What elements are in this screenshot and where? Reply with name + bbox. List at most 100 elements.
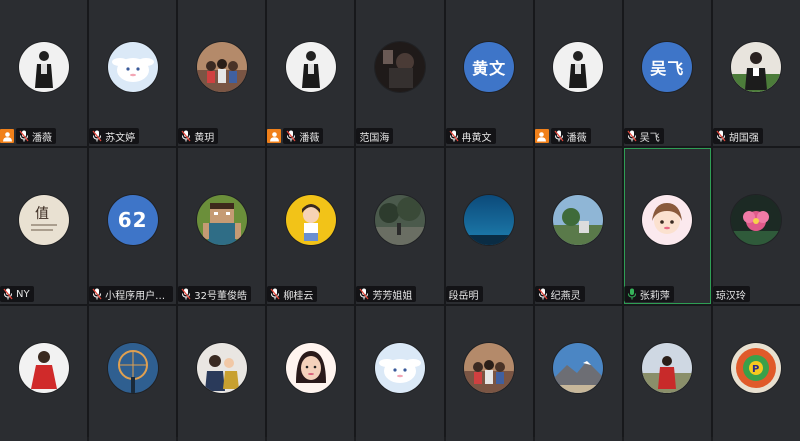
photo-ferris-wheel-avatar bbox=[107, 343, 158, 394]
mic-muted-icon bbox=[92, 288, 105, 300]
participant-tile[interactable]: 张莉萍 bbox=[623, 148, 711, 304]
participant-tile[interactable]: 吴飞 吴飞 bbox=[623, 0, 711, 146]
mic-muted-icon bbox=[181, 288, 194, 300]
participant-tile[interactable] bbox=[0, 306, 88, 441]
name-bar: 琼汉玲 bbox=[712, 286, 750, 302]
participant-tile[interactable]: 黄玥 bbox=[178, 0, 266, 146]
name-label: 胡国强 bbox=[712, 128, 763, 144]
name-bar: 芳芳姐姐 bbox=[356, 286, 417, 302]
participant-name: 芳芳姐姐 bbox=[372, 290, 413, 302]
participant-name: 32号董俊皓 bbox=[194, 290, 247, 302]
participant-name: 胡国强 bbox=[728, 132, 759, 144]
participant-tile[interactable]: 苏文婷 bbox=[89, 0, 177, 146]
participant-tile[interactable] bbox=[534, 306, 622, 441]
participant-tile[interactable]: 62 小程序用户PM… bbox=[89, 148, 177, 304]
participant-tile[interactable]: 潘薇 bbox=[267, 0, 355, 146]
participant-tile[interactable]: 胡国强 bbox=[712, 0, 800, 146]
svg-text:值: 值 bbox=[35, 206, 49, 222]
name-label: NY bbox=[0, 286, 34, 302]
participant-tile[interactable]: 纪燕灵 bbox=[534, 148, 622, 304]
participant-tile[interactable]: 段岳明 bbox=[445, 148, 533, 304]
participant-name: 潘薇 bbox=[32, 132, 52, 144]
participant-tile[interactable]: 芳芳姐姐 bbox=[356, 148, 444, 304]
participant-name: 范国海 bbox=[359, 132, 390, 144]
name-label: 冉黄文 bbox=[445, 128, 496, 144]
svg-text:P: P bbox=[752, 364, 759, 375]
name-label: 柳桂云 bbox=[267, 286, 318, 302]
participant-tile[interactable]: 32号董俊皓 bbox=[178, 148, 266, 304]
mic-muted-icon bbox=[181, 130, 194, 142]
name-bar: 纪燕灵 bbox=[534, 286, 585, 302]
participant-tile[interactable] bbox=[178, 306, 266, 441]
name-label: 32号董俊皓 bbox=[178, 286, 251, 302]
name-label: 潘薇 bbox=[283, 128, 324, 144]
name-label: 潘薇 bbox=[16, 128, 56, 144]
participant-name: 小程序用户PM… bbox=[105, 290, 169, 302]
name-bar: 柳桂云 bbox=[267, 286, 318, 302]
mic-on-icon bbox=[627, 288, 640, 300]
name-label: 张莉萍 bbox=[623, 286, 674, 302]
participant-tile[interactable] bbox=[623, 306, 711, 441]
mic-muted-icon bbox=[716, 130, 729, 142]
participant-tile[interactable]: 值 NY bbox=[0, 148, 88, 304]
name-bar: 32号董俊皓 bbox=[178, 286, 251, 302]
name-bar: 段岳明 bbox=[445, 286, 483, 302]
photo-mountain-avatar bbox=[553, 343, 604, 394]
participant-tile[interactable] bbox=[356, 306, 444, 441]
name-bar: NY bbox=[0, 286, 34, 302]
host-icon bbox=[267, 129, 282, 143]
mic-muted-icon bbox=[270, 288, 283, 300]
participant-name: 纪燕灵 bbox=[550, 290, 581, 302]
participant-name: 张莉萍 bbox=[639, 290, 670, 302]
participant-tile[interactable]: 潘薇 bbox=[0, 0, 88, 146]
name-label: 段岳明 bbox=[445, 286, 483, 302]
name-label: 琼汉玲 bbox=[712, 286, 750, 302]
participant-name: 冉黄文 bbox=[461, 132, 492, 144]
participant-tile[interactable]: 范国海 bbox=[356, 0, 444, 146]
colorful-logo-avatar: P bbox=[731, 343, 782, 394]
name-bar: 吴飞 bbox=[623, 128, 664, 144]
name-label: 潘薇 bbox=[550, 128, 591, 144]
photo-dark-avatar bbox=[374, 42, 425, 93]
participant-tile[interactable] bbox=[89, 306, 177, 441]
cartoon-girl-pink-avatar bbox=[642, 194, 693, 245]
photo-woman-portrait-avatar bbox=[285, 343, 336, 394]
name-bar: 潘薇 bbox=[534, 128, 591, 144]
photo-family-avatar bbox=[196, 343, 247, 394]
name-label: 芳芳姐姐 bbox=[356, 286, 417, 302]
participant-tile[interactable]: 琼汉玲 bbox=[712, 148, 800, 304]
participant-name: NY bbox=[16, 288, 30, 300]
mic-muted-icon bbox=[3, 288, 16, 300]
photo-man-green-avatar bbox=[731, 42, 782, 93]
name-bar: 潘薇 bbox=[0, 128, 56, 144]
photo-blue-sky-avatar bbox=[464, 194, 515, 245]
participant-tile[interactable]: 黄文 冉黄文 bbox=[445, 0, 533, 146]
participant-name: 段岳明 bbox=[448, 290, 479, 302]
mic-muted-icon bbox=[449, 130, 462, 142]
participant-tile[interactable]: 柳桂云 bbox=[267, 148, 355, 304]
avatar: 黄文 bbox=[464, 42, 515, 93]
name-label: 苏文婷 bbox=[89, 128, 140, 144]
participant-tile[interactable] bbox=[267, 306, 355, 441]
photo-man-black-suit-avatar bbox=[18, 42, 69, 93]
name-bar: 张莉萍 bbox=[623, 286, 674, 302]
participant-tile[interactable] bbox=[445, 306, 533, 441]
cartoon-cinnamoroll-avatar bbox=[374, 343, 425, 394]
participant-name: 琼汉玲 bbox=[715, 290, 746, 302]
photo-group-avatar bbox=[196, 42, 247, 93]
participant-tile[interactable]: 潘薇 bbox=[534, 0, 622, 146]
mic-muted-icon bbox=[92, 130, 105, 142]
photo-group-avatar bbox=[464, 343, 515, 394]
name-bar: 黄玥 bbox=[178, 128, 219, 144]
photo-man-black-suit-avatar bbox=[553, 42, 604, 93]
calligraphy-avatar: 值 bbox=[18, 194, 69, 245]
name-label: 纪燕灵 bbox=[534, 286, 585, 302]
participant-name: 吴飞 bbox=[639, 132, 660, 144]
photo-forest-avatar bbox=[374, 194, 425, 245]
minecraft-character-avatar bbox=[196, 194, 247, 245]
participant-grid: 潘薇 苏文婷 黄玥 潘薇 范国海 黄文 冉黄文 潘薇 吴飞 吴飞 胡国强值 NY 62 … bbox=[0, 0, 800, 441]
participant-tile[interactable]: P bbox=[712, 306, 800, 441]
name-label: 黄玥 bbox=[178, 128, 219, 144]
name-bar: 潘薇 bbox=[267, 128, 324, 144]
mic-muted-icon bbox=[554, 130, 567, 142]
